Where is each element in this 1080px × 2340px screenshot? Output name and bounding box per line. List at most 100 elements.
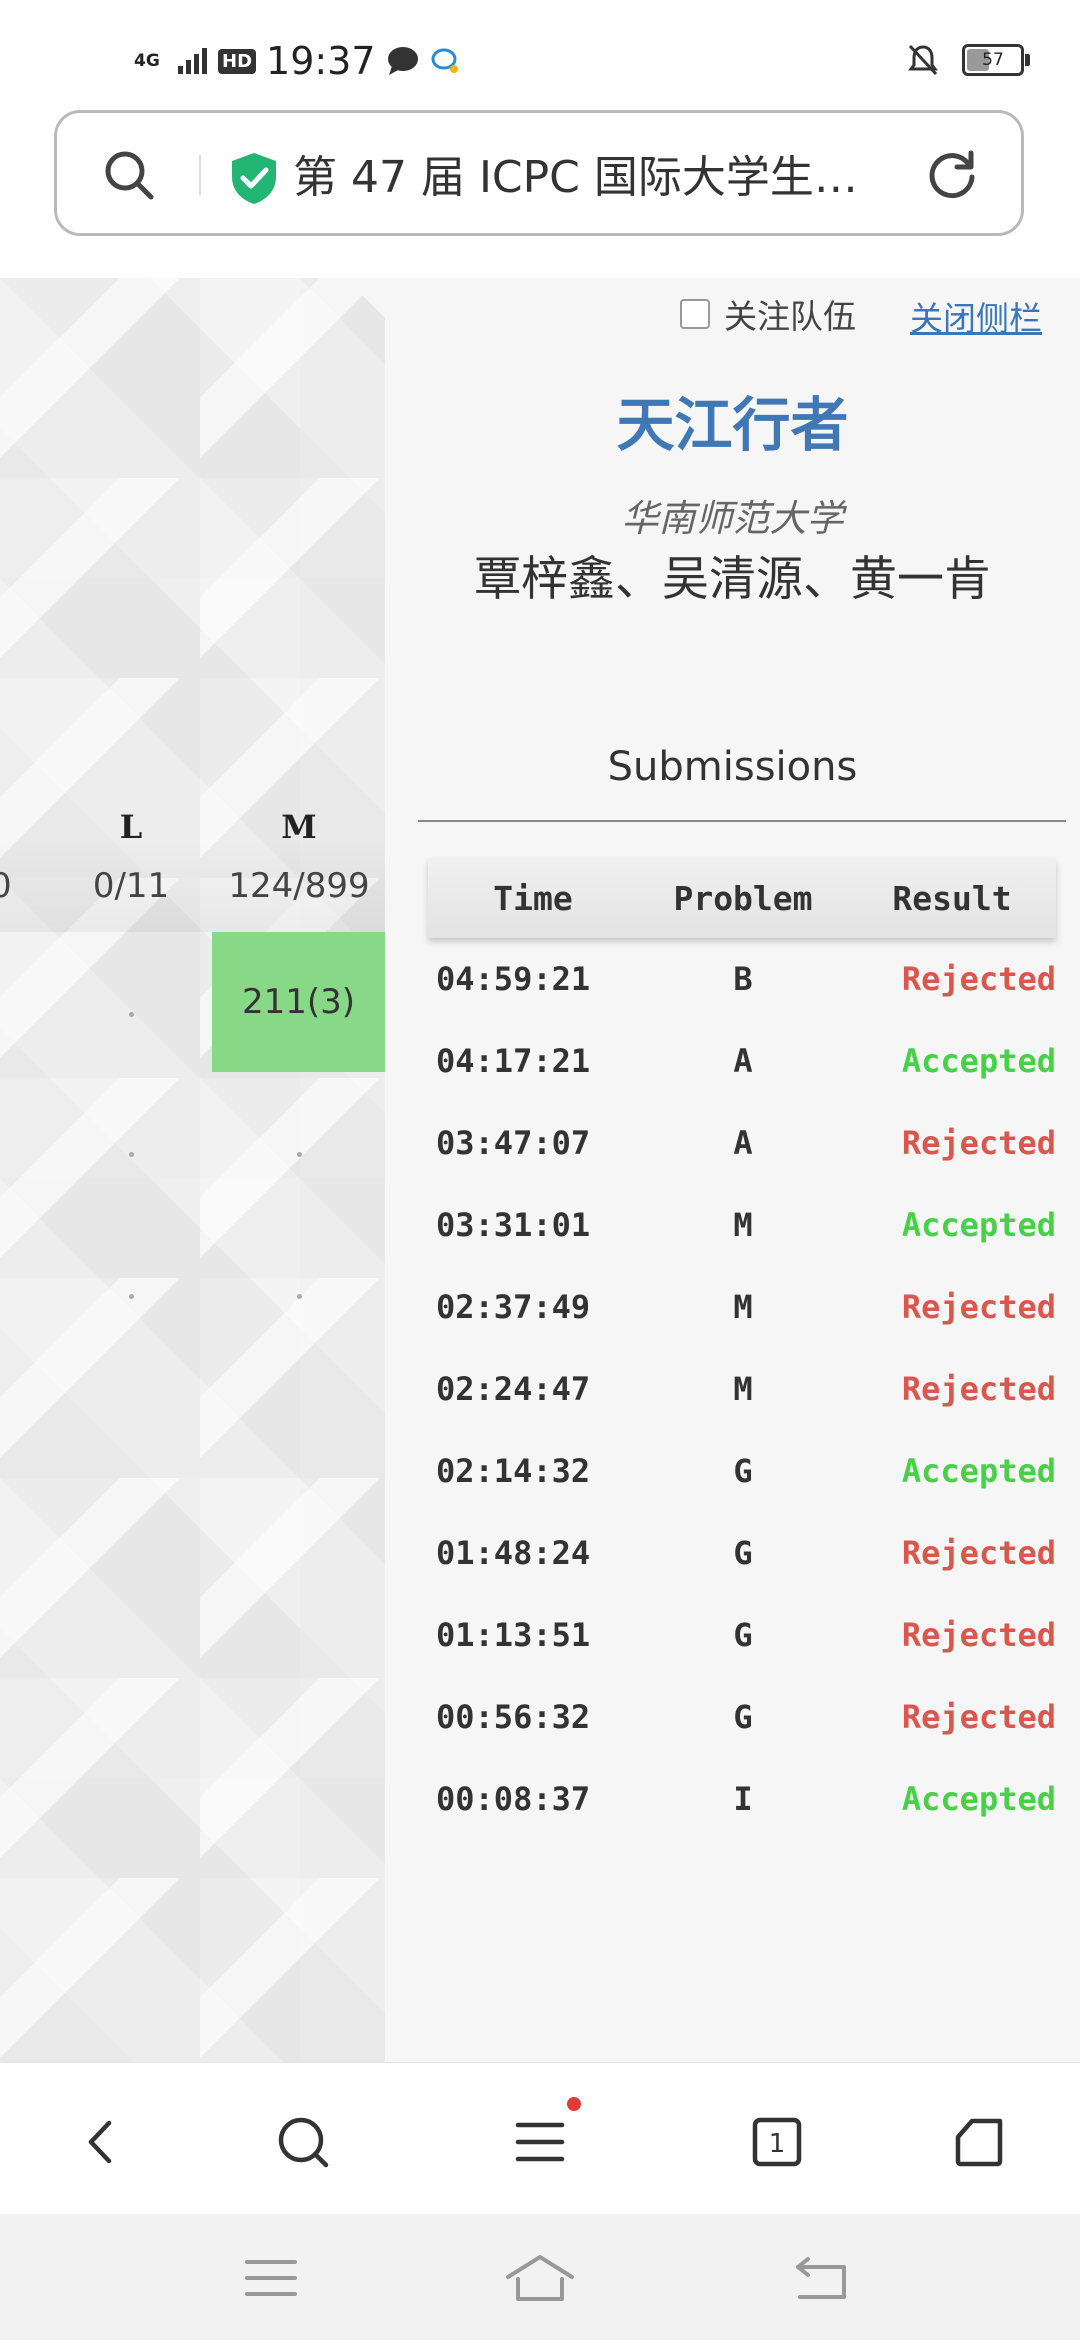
tabs-icon: 1 [752, 2117, 802, 2167]
address-divider [199, 155, 201, 195]
reload-icon[interactable] [925, 147, 979, 201]
mute-bell-icon [908, 44, 938, 76]
system-nav-bar [0, 2214, 1080, 2340]
submission-row: 01:48:24 G Rejected [428, 1512, 1056, 1594]
page-title[interactable]: 第 47 届 ICPC 国际大学生… [293, 141, 893, 205]
submission-row: 03:31:01 M Accepted [428, 1184, 1056, 1266]
submission-time: 03:31:01 [436, 1206, 591, 1244]
submission-row: 00:56:32 G Rejected [428, 1676, 1056, 1758]
page-content: 0 L 0/11 M 124/899 211(3) 关注队伍 关闭侧栏 天江行者… [0, 278, 1080, 2062]
follow-team-checkbox[interactable] [680, 299, 710, 329]
submission-result: Rejected [901, 1698, 1056, 1736]
submission-row: 02:24:47 M Rejected [428, 1348, 1056, 1430]
nav-home-icon [506, 2255, 574, 2301]
header-time: Time [493, 878, 573, 918]
solved-cell[interactable]: 211(3) [212, 932, 385, 1072]
menu-icon [515, 2122, 565, 2162]
submissions-divider [418, 820, 1066, 822]
battery-level: 57 [982, 50, 1004, 70]
submission-result: Accepted [901, 1206, 1056, 1244]
solved-cell-value: 211(3) [241, 982, 356, 1022]
status-bar: 4G HD 19:37 57 [0, 0, 1080, 110]
close-sidebar-link[interactable]: 关闭侧栏 [910, 292, 1042, 340]
scoreboard-panel: 0 L 0/11 M 124/899 211(3) [0, 278, 385, 2062]
submissions-title: Submissions [607, 744, 858, 790]
tabs-button[interactable]: 1 [742, 2107, 812, 2177]
submission-time: 04:59:21 [436, 960, 591, 998]
home-button[interactable] [944, 2107, 1014, 2177]
submission-problem: B [733, 960, 753, 998]
submission-problem: G [733, 1534, 753, 1572]
column-stat-l: 0/11 [92, 866, 170, 906]
submission-time: 00:56:32 [436, 1698, 591, 1736]
submission-result: Rejected [901, 1534, 1056, 1572]
submission-row: 01:13:51 G Rejected [428, 1594, 1056, 1676]
team-school: 华南师范大学 [621, 497, 844, 540]
submission-result: Rejected [901, 1288, 1056, 1326]
status-left: 4G HD 19:37 [134, 36, 460, 86]
status-right: 57 [908, 38, 1030, 82]
chat-app-icon [431, 48, 458, 73]
submission-problem: M [733, 1206, 753, 1244]
submission-problem: A [733, 1042, 753, 1080]
home-icon [955, 2118, 1003, 2167]
submission-time: 03:47:07 [436, 1124, 591, 1162]
follow-team-label[interactable]: 关注队伍 [724, 290, 856, 338]
submission-problem: M [733, 1370, 753, 1408]
column-header-l[interactable]: L [71, 808, 191, 846]
submission-result: Rejected [901, 1370, 1056, 1408]
submission-problem: G [733, 1616, 753, 1654]
team-members: 覃梓鑫、吴清源、黄一肯 [474, 552, 991, 607]
nav-recents-button[interactable] [231, 2250, 311, 2306]
submission-time: 02:24:47 [436, 1370, 591, 1408]
submission-problem: A [733, 1124, 753, 1162]
secure-shield-icon [232, 153, 276, 204]
empty-cell-dot [129, 1294, 134, 1299]
column-header-m[interactable]: M [239, 808, 359, 846]
submissions-header: Time Problem Result [428, 858, 1056, 938]
submission-row: 04:59:21 B Rejected [428, 938, 1056, 1020]
submission-row: 03:47:07 A Rejected [428, 1102, 1056, 1184]
network-indicator: 4G [134, 51, 160, 71]
address-bar[interactable]: 第 47 届 ICPC 国际大学生… [54, 110, 1024, 236]
battery-icon: 57 [962, 44, 1030, 76]
submission-row: 02:14:32 G Accepted [428, 1430, 1056, 1512]
empty-cell-dot [297, 1152, 302, 1157]
nav-back-icon [796, 2257, 846, 2299]
empty-cell-dot [297, 1294, 302, 1299]
nav-back-button[interactable] [782, 2250, 862, 2306]
message-icon [387, 47, 418, 75]
team-name: 天江行者 [616, 391, 849, 459]
submission-result: Rejected [901, 1124, 1056, 1162]
submission-result: Accepted [901, 1780, 1056, 1818]
signal-icon [178, 48, 207, 74]
submissions-body: 04:59:21 B Rejected 04:17:21 A Accepted 03:47:… [428, 938, 1056, 1840]
notification-dot [567, 2097, 581, 2111]
follow-team-toggle[interactable]: 关注队伍 [680, 290, 856, 338]
submission-time: 02:14:32 [436, 1452, 591, 1490]
submission-time: 01:48:24 [436, 1534, 591, 1572]
submission-time: 04:17:21 [436, 1042, 591, 1080]
browser-toolbar: 1 [0, 2062, 1080, 2215]
nav-home-button[interactable] [500, 2250, 580, 2306]
submission-problem: G [733, 1698, 753, 1736]
submission-result: Rejected [901, 1616, 1056, 1654]
submission-result: Accepted [901, 1452, 1056, 1490]
submission-problem: I [733, 1780, 753, 1818]
submission-problem: M [733, 1288, 753, 1326]
clock: 19:37 [266, 39, 376, 83]
submission-time: 01:13:51 [436, 1616, 591, 1654]
search-button[interactable] [268, 2107, 338, 2177]
recents-icon [245, 2260, 297, 2296]
submission-problem: G [733, 1452, 753, 1490]
search-icon[interactable] [103, 149, 155, 201]
tab-count: 1 [769, 2129, 786, 2159]
partial-column-stat: 0 [0, 866, 12, 906]
back-arrow-icon [88, 2120, 112, 2164]
back-button[interactable] [66, 2107, 136, 2177]
empty-cell-dot [129, 1012, 134, 1017]
menu-button[interactable] [505, 2097, 581, 2177]
empty-cell-dot [129, 1152, 134, 1157]
header-problem: Problem [673, 878, 813, 918]
search-icon [278, 2117, 329, 2168]
